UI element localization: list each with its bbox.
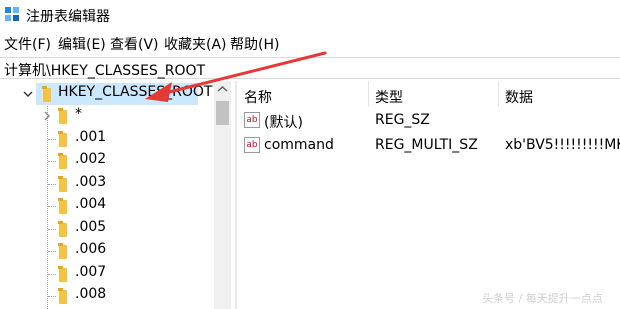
tree-node[interactable]: .004 (0, 195, 214, 217)
column-header-data[interactable]: 数据 (499, 81, 620, 109)
tree-node[interactable]: .007 (0, 263, 214, 285)
menu-favorites[interactable]: 收藏夹(A) (164, 34, 227, 54)
tree-node-label: HKEY_CLASSES_ROOT (58, 84, 213, 100)
tree-branch-line (48, 251, 56, 252)
value-name: command (264, 137, 334, 153)
tree-node-label: .006 (75, 241, 107, 257)
value-data: xb'BV5!!!!!!!!!MKKS (505, 137, 620, 153)
tree-branch-line (48, 229, 56, 230)
menu-bar: 文件(F) 编辑(E) 查看(V) 收藏夹(A) 帮助(H) (0, 32, 620, 56)
tree-node[interactable]: .008 (0, 285, 214, 307)
folder-icon (58, 288, 67, 304)
value-row[interactable]: ab command REG_MULTI_SZ xb'BV5!!!!!!!!!M… (238, 134, 620, 158)
tree-node-label: .003 (75, 174, 107, 190)
tree-node[interactable]: * (0, 105, 214, 127)
menu-view[interactable]: 查看(V) (110, 34, 159, 54)
tree-node[interactable]: .005 (0, 218, 214, 240)
tree-node-label: .007 (75, 264, 107, 280)
tree-branch-line (48, 161, 56, 162)
tree-node-label: .004 (75, 196, 107, 212)
value-type: REG_SZ (375, 112, 430, 128)
folder-icon (42, 86, 51, 102)
folder-icon (58, 153, 67, 169)
string-value-icon: ab (244, 112, 260, 128)
menu-file[interactable]: 文件(F) (4, 34, 51, 54)
value-row[interactable]: ab (默认) REG_SZ (238, 109, 620, 133)
tree-branch-line (48, 206, 56, 207)
tree-scrollbar[interactable] (214, 81, 231, 309)
column-header-type[interactable]: 类型 (369, 81, 498, 109)
column-header-label: 类型 (375, 90, 403, 106)
registry-editor-icon (5, 7, 19, 21)
pane-splitter[interactable] (235, 81, 237, 309)
column-header-label: 数据 (505, 90, 533, 106)
menu-help[interactable]: 帮助(H) (230, 34, 279, 54)
chevron-right-icon[interactable] (41, 110, 53, 122)
scroll-up-arrow-icon[interactable] (214, 81, 231, 98)
folder-icon (58, 108, 67, 124)
chevron-down-icon[interactable] (22, 88, 34, 100)
address-path[interactable]: 计算机\HKEY_CLASSES_ROOT (4, 60, 205, 80)
address-bar[interactable]: 计算机\HKEY_CLASSES_ROOT (0, 57, 620, 79)
values-list[interactable]: 名称 类型 数据 ab (默认) REG_SZ ab command REG_M… (238, 81, 620, 309)
column-header-name[interactable]: 名称 (238, 81, 368, 109)
folder-icon (58, 266, 67, 282)
tree-node-label: .002 (75, 151, 107, 167)
folder-icon (58, 221, 67, 237)
tree-branch-line (48, 184, 56, 185)
folder-icon (58, 131, 67, 147)
folder-icon (58, 243, 67, 259)
tree-node[interactable]: .001 (0, 128, 214, 150)
tree-branch-line (48, 274, 56, 275)
tree-node-label: .008 (75, 286, 107, 302)
tree-node-label: * (75, 106, 82, 122)
scrollbar-thumb[interactable] (216, 101, 229, 125)
value-name: (默认) (264, 115, 303, 131)
tree-node-label: .005 (75, 219, 107, 235)
string-value-icon: ab (244, 137, 260, 153)
tree-node[interactable]: .006 (0, 240, 214, 262)
tree-node[interactable]: .003 (0, 173, 214, 195)
folder-icon (58, 198, 67, 214)
value-type: REG_MULTI_SZ (375, 137, 478, 153)
folder-icon (58, 176, 67, 192)
key-tree[interactable]: HKEY_CLASSES_ROOT * .001 .002 .003 .004 … (0, 81, 232, 309)
menu-edit[interactable]: 编辑(E) (58, 34, 106, 54)
tree-branch-line (48, 139, 56, 140)
tree-node[interactable]: .002 (0, 150, 214, 172)
watermark: 头条号 / 每天提升一点点 (482, 292, 603, 305)
window-title: 注册表编辑器 (26, 9, 110, 25)
title-bar: 注册表编辑器 (0, 0, 620, 32)
tree-branch-line (48, 296, 56, 297)
column-header-label: 名称 (244, 90, 272, 106)
tree-node-root[interactable]: HKEY_CLASSES_ROOT (0, 83, 214, 105)
tree-node-label: .001 (75, 129, 107, 145)
